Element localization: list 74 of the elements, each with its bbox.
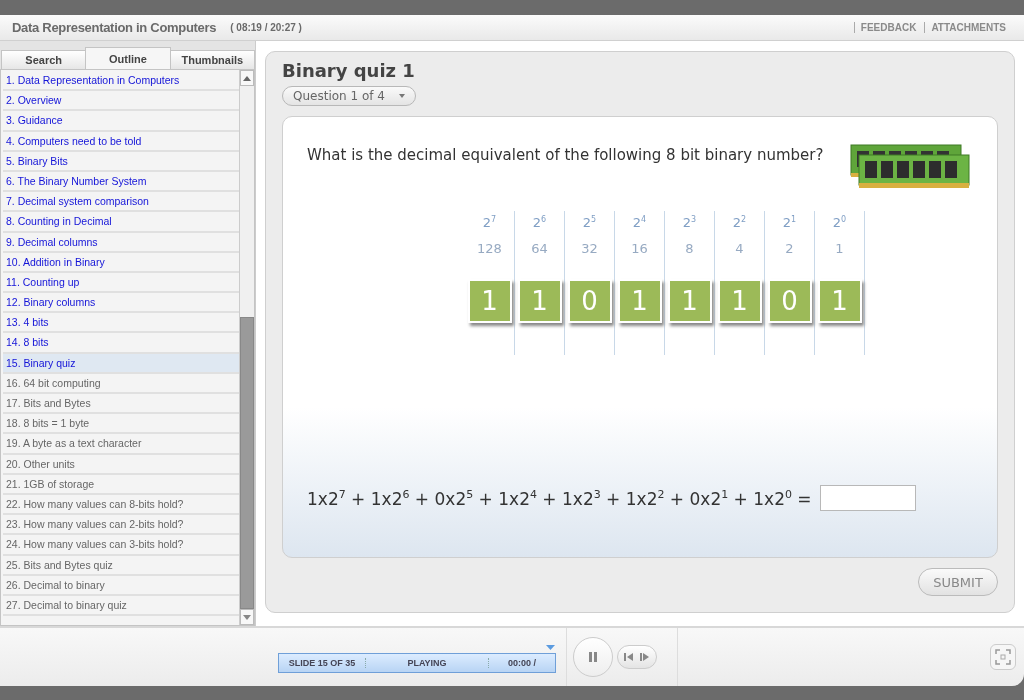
slide-title: Binary quiz 1 [282,60,416,82]
power-label: 2$^{7}$ [482,215,497,233]
outline-item[interactable]: 17. Bits and Bytes [3,394,239,415]
outline-item[interactable]: 3. Guidance [3,111,239,132]
fullscreen-button[interactable] [990,644,1016,670]
power-label: 2$^{6}$ [532,215,547,233]
outline-item[interactable]: 11. Counting up [3,272,239,294]
outline-item[interactable]: 7. Decimal system comparison [3,192,239,213]
course-title: Data Representation in Computers [12,20,217,35]
bit-tile: 1 [817,279,862,323]
outline-item[interactable]: 10. Addition in Binary [3,252,239,273]
place-value: 16 [631,241,648,258]
scrollbar[interactable] [239,70,254,625]
outline-item[interactable]: 9. Decimal columns [3,232,239,253]
outline-item[interactable]: 21. 1GB of storage [3,474,239,495]
answer-input[interactable] [819,485,916,511]
outline-item[interactable]: 22. How many values can 8-bits hold? [3,494,239,516]
outline-item[interactable]: 1. Data Representation in Computers [3,71,239,92]
pause-icon [589,652,597,662]
outline-item[interactable]: 2. Overview [3,91,239,112]
equation-text: 1x2$^{7}$ + 1x2$^{6}$ + 0x2$^{5}$ + 1x2$^{4}$ + 1x2$^{3}$ + 1x2$^{2}$ + 0x2$^{1}$ + 1x2$^{0}$ = [307,487,812,509]
sidebar-tab[interactable]: Outline [85,47,171,69]
elapsed-time: ( 08:19 / 20:27 ) [230,22,302,33]
playback-status: PLAYING [366,658,489,668]
outline-item[interactable]: 8. Counting in Decimal [3,212,239,233]
power-label: 2$^{5}$ [582,215,597,233]
place-value: 4 [735,241,744,258]
outline-item[interactable]: 5. Binary Bits [3,151,239,172]
outline-item[interactable]: 15. Binary quiz [3,353,239,374]
outline-item[interactable]: 27. Decimal to binary quiz [3,595,239,617]
question-text: What is the decimal equivalent of the following 8 bit binary number? [307,146,824,164]
bit-tile: 0 [567,279,612,323]
place-value: 32 [581,241,598,258]
outline-item[interactable]: 20. Other units [3,454,239,475]
outline-item[interactable]: 13. 4 bits [3,313,239,334]
slide-counter: SLIDE 15 OF 35 [279,658,366,668]
power-label: 2$^{0}$ [832,215,847,233]
place-value: 8 [685,241,694,258]
playback-time: 00:00 / [507,658,537,668]
power-label: 2$^{2}$ [732,215,747,233]
place-value: 128 [477,241,502,258]
place-value: 2 [785,241,794,258]
bit-tile: 0 [767,279,812,323]
outline-item[interactable]: 24. How many values can 3-bits hold? [3,535,239,556]
question-selector[interactable]: Question 1 of 4 [282,86,416,106]
next-icon[interactable] [640,652,650,662]
sidebar-tab[interactable]: Thumbnails [169,50,255,69]
outline-item[interactable]: 23. How many values can 2-bits hold? [3,515,239,536]
previous-icon[interactable] [624,652,634,662]
caret-icon [398,94,405,98]
bit-tile: 1 [517,279,562,323]
outline-item[interactable]: 25. Bits and Bytes quiz [3,555,239,576]
pause-button[interactable] [573,637,613,677]
outline-item[interactable]: 12. Binary columns [3,293,239,314]
outline-item[interactable]: 18. 8 bits = 1 byte [3,414,239,435]
bit-tile: 1 [667,279,712,323]
scrollbar-thumb[interactable] [240,317,254,609]
outline-item[interactable]: 4. Computers need to be told [3,131,239,152]
scroll-up-icon[interactable] [240,70,254,86]
outline-item[interactable]: 26. Decimal to binary [3,575,239,596]
place-value: 64 [531,241,548,258]
bit-tile: 1 [467,279,512,323]
outline-item[interactable]: 19. A byte as a text character [3,434,239,455]
outline-item[interactable]: 16. 64 bit computing [3,373,239,394]
power-label: 2$^{1}$ [782,215,797,233]
dropdown-arrow-icon[interactable] [546,645,555,650]
scroll-down-icon[interactable] [240,609,254,625]
power-label: 2$^{3}$ [682,215,697,233]
sidebar-tab[interactable]: Search [1,50,87,69]
bit-tile: 1 [717,279,762,323]
place-value: 1 [835,241,844,258]
outline-item[interactable]: 6. The Binary Number System [3,171,239,193]
bit-tile: 1 [617,279,662,323]
power-label: 2$^{4}$ [632,215,647,233]
